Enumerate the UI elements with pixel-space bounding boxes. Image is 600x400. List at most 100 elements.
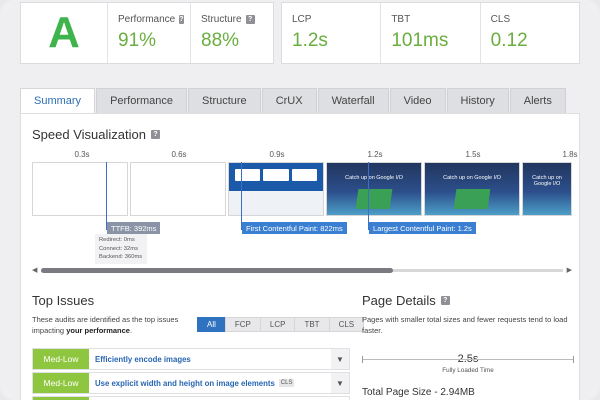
filmstrip-frame: [228, 162, 324, 216]
top-issues-heading: Top Issues: [32, 293, 94, 308]
ttfb-connect: Connect: 32ms: [99, 245, 138, 252]
help-icon[interactable]: ?: [179, 15, 184, 24]
lcp-label: LCP: [292, 14, 312, 25]
chevron-down-icon[interactable]: ▼: [331, 349, 349, 369]
timeline-ruler: 0.3s 0.6s 0.9s 1.2s 1.5s 1.8s: [32, 150, 577, 160]
issue-row[interactable]: Med-Low Use explicit width and height on…: [32, 372, 350, 394]
structure-score: Structure? 88%: [190, 3, 273, 63]
scroll-right-icon[interactable]: ▶: [567, 266, 572, 274]
total-page-size: Total Page Size - 2.94MB: [362, 387, 475, 398]
filter-fcp[interactable]: FCP: [224, 317, 261, 332]
issue-title[interactable]: Use explicit width and height on image e…: [95, 379, 275, 388]
metric-tag: CLS: [278, 379, 295, 387]
page-details-title: Page Details: [362, 293, 436, 308]
issue-filters: All FCP LCP TBT CLS: [197, 317, 365, 332]
filter-all[interactable]: All: [197, 317, 226, 332]
fully-loaded-bar: [362, 356, 574, 363]
tab-alerts[interactable]: Alerts: [509, 88, 566, 113]
filmstrip: Catch up on Google I/O Catch up on Googl…: [32, 162, 572, 218]
frame-screenshot: Catch up on Google I/O: [327, 163, 421, 215]
ttfb-marker: TTFB: 392ms: [107, 222, 161, 234]
ttfb-redirect: Redirect: 0ms: [99, 237, 135, 243]
summary-panel: Speed Visualization ? 0.3s 0.6s 0.9s 1.2…: [20, 113, 580, 400]
ttfb-breakdown: Redirect: 0ms Connect: 32ms Backend: 360…: [95, 234, 147, 264]
help-icon[interactable]: ?: [150, 130, 160, 139]
frame-screenshot: [229, 163, 323, 215]
screenshot-graphic: [453, 189, 491, 209]
tbt-label: TBT: [391, 14, 411, 25]
timeline-tick: 1.2s: [367, 150, 383, 159]
timeline-tick: 0.6s: [171, 150, 187, 159]
screenshot-graphic: [355, 189, 393, 209]
chevron-down-icon[interactable]: ▼: [331, 373, 349, 393]
tab-video[interactable]: Video: [389, 88, 446, 113]
web-vitals-box: LCP 1.2s TBT 101ms CLS 0.12: [281, 2, 580, 64]
page-details-heading: Page Details ?: [362, 293, 450, 308]
cls-metric: CLS 0.12: [479, 3, 579, 63]
frame-screenshot: Catch up on Google I/O: [425, 163, 519, 215]
lcp-value: 1.2s: [292, 30, 328, 51]
frame-caption: Catch up on Google I/O: [345, 175, 403, 181]
filmstrip-frame: Catch up on Google I/O: [424, 162, 520, 216]
help-icon[interactable]: ?: [440, 296, 450, 305]
frame-screenshot: Catch up on Google I/O: [523, 163, 571, 215]
structure-label-row: Structure?: [201, 14, 263, 25]
tab-history[interactable]: History: [446, 88, 509, 113]
filmstrip-scrollbar[interactable]: ◀ ▶: [32, 266, 572, 274]
filmstrip-frame: [32, 162, 128, 216]
filter-cls[interactable]: CLS: [328, 317, 365, 332]
issue-title-cell: Efficiently encode images: [89, 355, 331, 364]
tbt-metric: TBT 101ms: [380, 3, 479, 63]
screenshot-cards: [235, 169, 317, 181]
frame-caption: Catch up on Google I/O: [532, 175, 562, 187]
grade-box: A Performance? 91% Structure? 88%: [20, 2, 274, 64]
scroll-thumb[interactable]: [41, 268, 393, 273]
timeline-tick: 0.9s: [269, 150, 285, 159]
tab-structure[interactable]: Structure: [188, 88, 261, 113]
issue-row[interactable]: Med-Low Efficiently encode images ▼: [32, 348, 350, 370]
speed-visualization-title: Speed Visualization: [32, 127, 146, 142]
filter-tbt[interactable]: TBT: [294, 317, 330, 332]
performance-label-row: Performance?: [118, 14, 184, 25]
speed-visualization-heading: Speed Visualization ?: [32, 127, 160, 142]
issue-title[interactable]: Efficiently encode images: [95, 355, 191, 364]
severity-badge: Med-Low: [33, 349, 89, 369]
frame-caption: Catch up on Google I/O: [443, 175, 501, 181]
filmstrip-frame: Catch up on Google I/O: [326, 162, 422, 216]
issue-row[interactable]: [32, 396, 350, 400]
tbt-value: 101ms: [391, 30, 449, 51]
top-issues-description: These audits are identified as the top i…: [32, 314, 192, 336]
grade-cell: A: [21, 3, 107, 63]
structure-label: Structure: [201, 14, 242, 25]
performance-score: Performance? 91%: [107, 3, 190, 63]
issue-title-cell: Use explicit width and height on image e…: [89, 379, 331, 388]
cls-value: 0.12: [490, 30, 528, 51]
fcp-marker: First Contentful Paint: 822ms: [242, 222, 347, 234]
filmstrip-frame: Catch up on Google I/O: [522, 162, 572, 216]
page-details-description: Pages with smaller total sizes and fewer…: [362, 315, 568, 335]
scroll-left-icon[interactable]: ◀: [32, 266, 37, 274]
timeline-tick: 0.3s: [74, 150, 90, 159]
top-issues-title: Top Issues: [32, 293, 95, 308]
severity-badge: Med-Low: [33, 373, 89, 393]
timeline-tick: 1.8s: [562, 150, 578, 159]
lcp-metric: LCP 1.2s: [282, 3, 380, 63]
gtmetrix-report: A Performance? 91% Structure? 88% LCP 1.…: [0, 0, 600, 400]
tab-crux[interactable]: CrUX: [261, 88, 317, 113]
fcp-line: [241, 162, 242, 230]
structure-value: 88%: [201, 30, 240, 51]
report-tabs: Summary Performance Structure CrUX Water…: [20, 88, 567, 113]
help-icon[interactable]: ?: [245, 15, 255, 24]
tab-waterfall[interactable]: Waterfall: [317, 88, 389, 113]
screenshot-body: [229, 191, 323, 215]
metrics-header: A Performance? 91% Structure? 88% LCP 1.…: [20, 2, 580, 64]
grade-letter: A: [48, 8, 80, 57]
top-issues-desc-bold: your performance: [66, 326, 130, 335]
tab-performance[interactable]: Performance: [96, 88, 188, 113]
tab-summary[interactable]: Summary: [20, 88, 96, 113]
ttfb-line: [106, 162, 107, 230]
timeline-tick: 1.5s: [465, 150, 481, 159]
filter-lcp[interactable]: LCP: [259, 317, 296, 332]
cls-label: CLS: [490, 14, 511, 25]
performance-value: 91%: [118, 30, 157, 51]
